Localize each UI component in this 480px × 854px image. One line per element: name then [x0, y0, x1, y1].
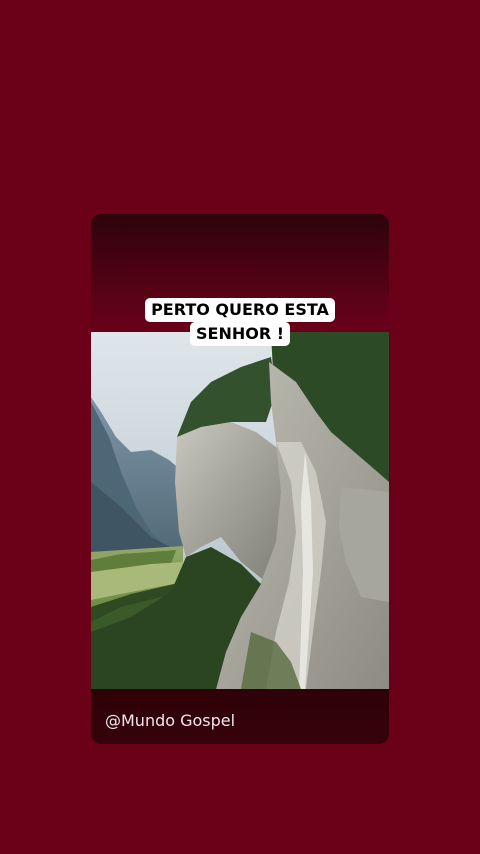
video-post-card[interactable]: PERTO QUERO ESTA SENHOR ! @Mundo Gospel	[91, 214, 389, 744]
username-label[interactable]: @Mundo Gospel	[105, 711, 235, 730]
caption-line-2: SENHOR !	[189, 322, 291, 346]
video-frame[interactable]	[91, 332, 389, 689]
caption-line-1: PERTO QUERO ESTA	[145, 298, 335, 322]
card-footer: @Mundo Gospel	[91, 689, 389, 744]
mountain-waterfall-image	[91, 332, 389, 689]
story-screen: PERTO QUERO ESTA SENHOR ! @Mundo Gospel	[0, 0, 480, 854]
video-caption: PERTO QUERO ESTA SENHOR !	[91, 298, 389, 346]
